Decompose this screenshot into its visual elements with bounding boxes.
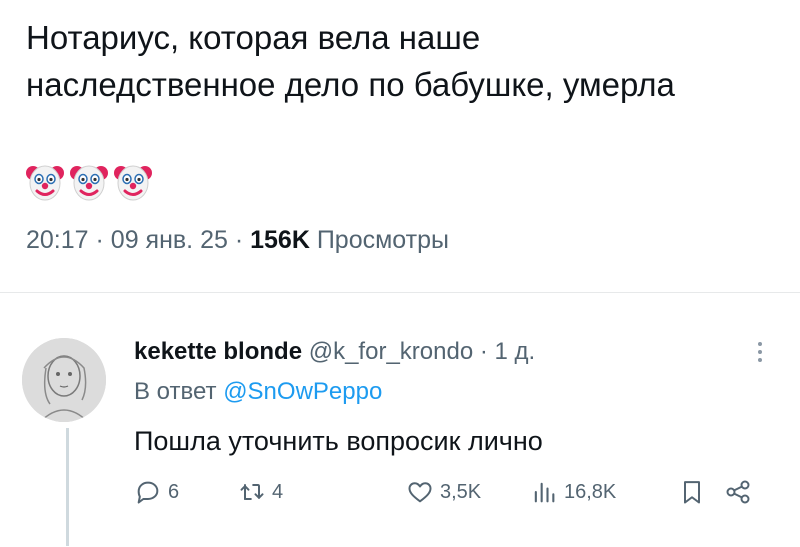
reply-age[interactable]: 1 д. [495, 338, 536, 365]
share-icon [726, 480, 750, 504]
reply-icon [137, 481, 159, 504]
tweet-date[interactable]: 09 янв. 25 [111, 226, 228, 254]
author-name[interactable]: kekette blonde [134, 338, 302, 365]
reply-header: kekette blonde @k_for_krondo · 1 д. [134, 338, 535, 366]
heart-icon [408, 482, 432, 503]
views-label: Просмотры [316, 226, 449, 254]
reply-to-mention[interactable]: @SnOwPeppo [223, 378, 382, 405]
reply-button[interactable]: 6 [134, 478, 179, 506]
avatar-sketch-icon [22, 338, 106, 422]
more-options-icon[interactable] [752, 338, 768, 374]
emoji-row [26, 160, 152, 206]
tweet-time[interactable]: 20:17 [26, 226, 89, 254]
like-button[interactable]: 3,5K [406, 478, 481, 506]
views-button[interactable]: 16,8K [530, 478, 616, 506]
author-handle[interactable]: @k_for_krondo [309, 338, 473, 365]
retweet-icon [240, 484, 264, 500]
meta-separator: · [234, 226, 244, 254]
meta-separator: · [479, 338, 488, 365]
retweet-button[interactable]: 4 [238, 478, 283, 506]
share-button[interactable] [724, 478, 752, 506]
tweet-text-line-1: Нотариус, которая вела наше [26, 19, 481, 56]
clown-face-icon [26, 165, 64, 201]
reply-count: 6 [168, 480, 180, 503]
tweet-text: Нотариус, которая вела наше наследственн… [26, 14, 786, 108]
tweet-text-line-2: наследственное дело по бабушке, умерла [26, 66, 675, 103]
thread-line [66, 428, 69, 546]
reply-text: Пошла уточнить вопросик лично [134, 426, 543, 456]
divider [0, 292, 800, 293]
bookmark-button[interactable] [678, 478, 706, 506]
clown-face-icon [70, 165, 108, 201]
tweet-meta: 20:17 · 09 янв. 25 · 156K Просмотры [26, 226, 449, 255]
like-count: 3,5K [440, 480, 482, 503]
reply-to: В ответ @SnOwPeppo [134, 378, 382, 406]
bar-chart-icon [534, 482, 555, 503]
clown-face-icon [114, 165, 152, 201]
retweet-count: 4 [272, 480, 284, 503]
meta-separator: · [95, 226, 104, 254]
avatar[interactable] [22, 338, 106, 422]
views-count: 156K [250, 226, 310, 254]
action-bar: 6 4 3,5K 16,8K [134, 478, 774, 514]
bookmark-icon [684, 481, 700, 504]
reply-to-prefix: В ответ [134, 378, 217, 405]
views-count-reply: 16,8K [564, 480, 617, 503]
